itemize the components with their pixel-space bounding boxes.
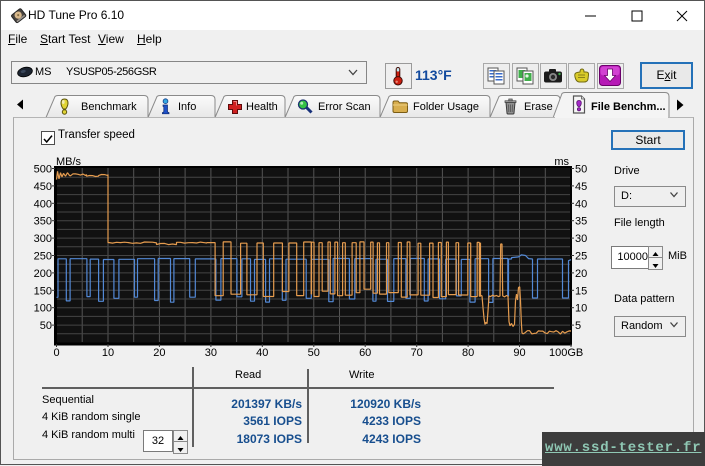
- svg-text:350: 350: [34, 216, 52, 228]
- svg-text:50: 50: [308, 347, 320, 359]
- svg-text:10: 10: [575, 303, 587, 315]
- svg-text:90: 90: [513, 347, 525, 359]
- svg-text:150: 150: [34, 285, 52, 297]
- svg-text:100GB: 100GB: [549, 347, 583, 359]
- svg-text:60: 60: [359, 347, 371, 359]
- svg-text:20: 20: [153, 347, 165, 359]
- svg-text:0: 0: [53, 347, 59, 359]
- svg-text:70: 70: [411, 347, 423, 359]
- svg-text:30: 30: [205, 347, 217, 359]
- svg-text:15: 15: [575, 285, 587, 297]
- svg-text:40: 40: [575, 198, 587, 210]
- svg-text:50: 50: [40, 320, 52, 332]
- svg-text:45: 45: [575, 181, 587, 193]
- svg-text:35: 35: [575, 216, 587, 228]
- svg-text:300: 300: [34, 233, 52, 245]
- svg-text:40: 40: [256, 347, 268, 359]
- svg-text:400: 400: [34, 198, 52, 210]
- svg-text:ms: ms: [554, 156, 569, 168]
- svg-text:450: 450: [34, 181, 52, 193]
- svg-text:200: 200: [34, 268, 52, 280]
- svg-text:30: 30: [575, 233, 587, 245]
- svg-text:5: 5: [575, 320, 581, 332]
- svg-text:250: 250: [34, 251, 52, 263]
- svg-text:25: 25: [575, 251, 587, 263]
- svg-text:20: 20: [575, 268, 587, 280]
- svg-text:100: 100: [34, 303, 52, 315]
- svg-text:MB/s: MB/s: [56, 156, 82, 168]
- svg-text:10: 10: [102, 347, 114, 359]
- svg-text:80: 80: [462, 347, 474, 359]
- svg-text:50: 50: [575, 164, 587, 176]
- svg-text:500: 500: [34, 164, 52, 176]
